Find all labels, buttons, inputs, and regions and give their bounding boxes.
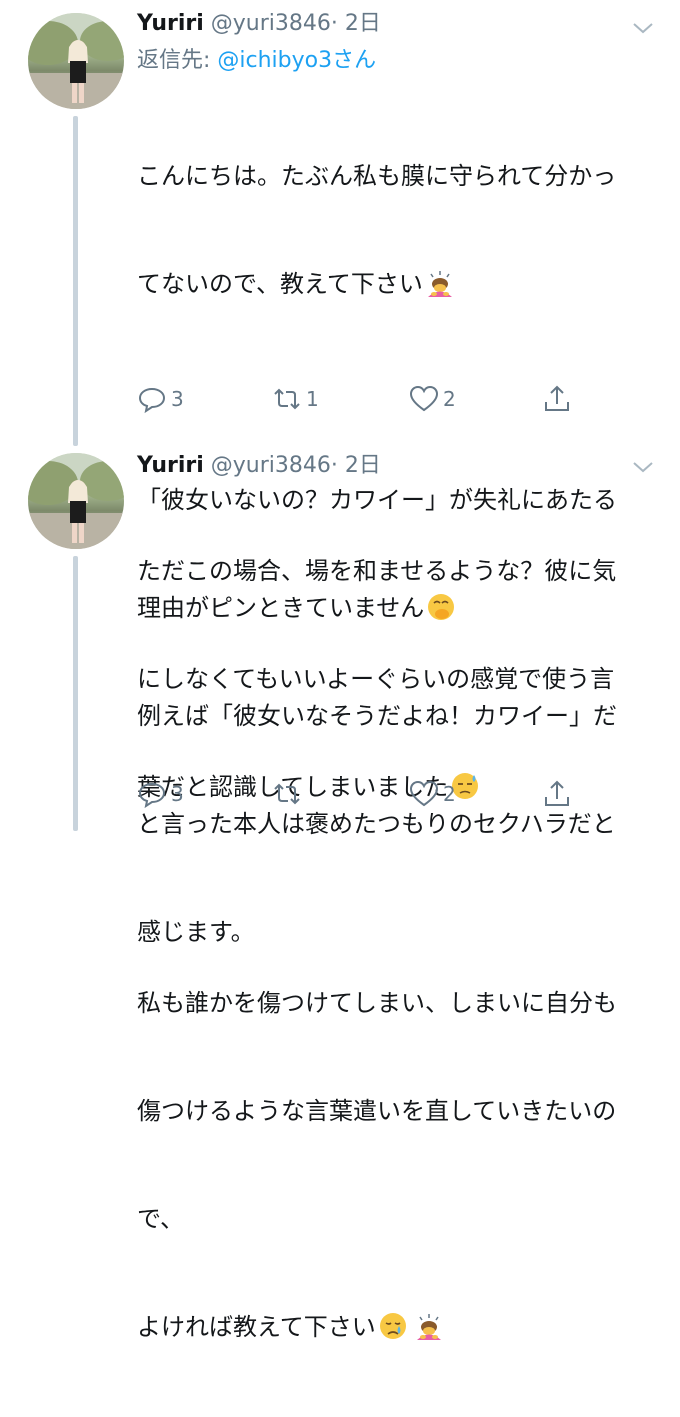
retweet-icon (274, 783, 300, 805)
like-button[interactable]: 2 (409, 777, 456, 811)
text-line: ​ (137, 877, 662, 913)
reply-icon (138, 782, 166, 809)
retweet-button[interactable] (272, 777, 306, 811)
thread-line (73, 116, 78, 446)
reply-icon (138, 387, 166, 414)
text-line: ただこの場合、場を和ませるような？彼に気 (137, 557, 617, 585)
avatar[interactable] (28, 453, 124, 549)
share-button[interactable] (542, 382, 572, 416)
like-count: 2 (443, 387, 456, 411)
tweet-2[interactable]: Yuriri @yuri3846· 2日 ただこの場合、場を和ませるような？彼に… (0, 440, 680, 1341)
retweet-count: 1 (306, 387, 319, 411)
like-count: 2 (443, 782, 456, 806)
reply-button[interactable]: 3 (137, 382, 184, 416)
heart-icon (409, 385, 439, 412)
avatar[interactable] (28, 13, 124, 109)
retweet-icon (274, 388, 300, 410)
text-line: にしなくてもいいよーぐらいの感覚で使う言 (137, 665, 615, 693)
reply-count: 3 (171, 782, 184, 806)
text-line: 傷つけるような言葉遣いを直していきたいの (137, 1097, 617, 1125)
avatar-image (28, 13, 124, 109)
reply-to-line: 返信先: @ichibyo3さん (137, 47, 376, 75)
text-line: で、 (137, 1205, 185, 1233)
display-name[interactable]: Yuriri (137, 11, 204, 36)
text-line: てないので、教えて下さい (137, 266, 662, 302)
share-icon (545, 385, 569, 411)
share-icon (545, 780, 569, 806)
thread-line (73, 556, 78, 831)
reply-mention-link[interactable]: @ichibyo3さん (217, 48, 376, 73)
like-button[interactable]: 2 (409, 382, 456, 416)
text-line: 私も誰かを傷つけてしまい、しまいに自分も (137, 989, 617, 1017)
tweet-actions: 3 1 2 (137, 382, 587, 416)
chevron-down-icon[interactable] (630, 18, 656, 38)
person-bowing-emoji (427, 271, 452, 297)
user-handle[interactable]: @yuri3846 (211, 453, 331, 478)
reply-to-label: 返信先: (137, 48, 218, 73)
tweet-header: Yuriri @yuri3846· 2日 (137, 10, 381, 38)
text-line: よければ教えて下さい (137, 1309, 662, 1345)
text-line: こんにちは。たぶん私も膜に守られて分かっ (137, 162, 617, 190)
retweet-button[interactable]: 1 (272, 382, 319, 416)
reply-button[interactable]: 3 (137, 777, 184, 811)
tweet-1[interactable]: Yuriri @yuri3846· 2日 返信先: @ichibyo3さん こん… (0, 0, 680, 946)
share-button[interactable] (542, 777, 572, 811)
heart-icon (409, 780, 439, 807)
tweet-text: ただこの場合、場を和ませるような？彼に気 にしなくてもいいよーぐらいの感覚で使う… (137, 481, 662, 1417)
chevron-down-icon[interactable] (630, 457, 656, 477)
tweet-header: Yuriri @yuri3846· 2日 (137, 452, 381, 480)
timestamp[interactable]: · 2日 (331, 11, 381, 36)
person-bowing-emoji (416, 1314, 441, 1340)
avatar-image (28, 453, 124, 549)
user-handle[interactable]: @yuri3846 (211, 11, 331, 36)
reply-count: 3 (171, 387, 184, 411)
crying-face-emoji (379, 1313, 406, 1339)
display-name[interactable]: Yuriri (137, 453, 204, 478)
timestamp[interactable]: · 2日 (331, 453, 381, 478)
tweet-actions: 3 2 (137, 777, 587, 811)
